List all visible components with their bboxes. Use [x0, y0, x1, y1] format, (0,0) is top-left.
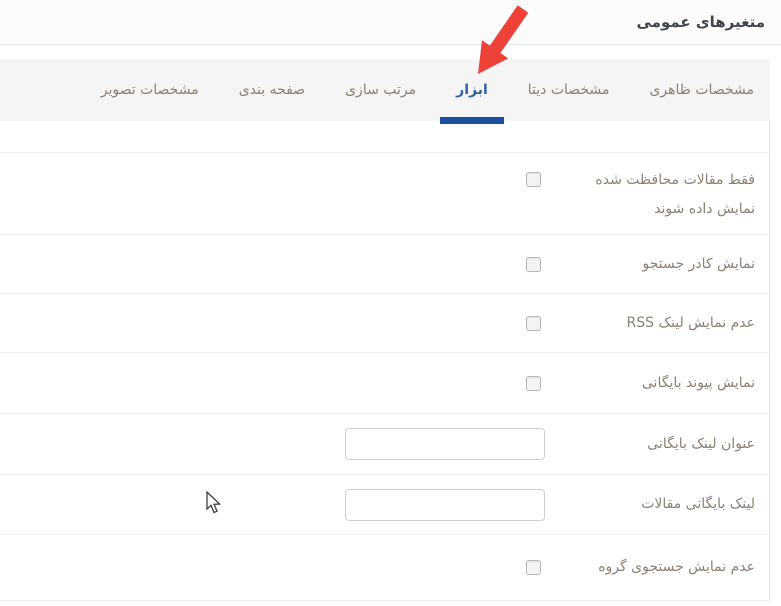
field-control — [0, 428, 557, 460]
tab-appearance[interactable]: مشخصات ظاهری — [633, 59, 770, 121]
field-control — [0, 256, 557, 272]
articles-archive-link-input[interactable] — [345, 488, 545, 521]
settings-row-archive-link: نمایش پیوند بایگانی — [0, 352, 770, 413]
active-tab-underline — [440, 117, 504, 124]
tab-label: ابزار — [456, 82, 488, 98]
tab-bar: مشخصات ظاهری مشخصات دیتا ابزار مرتب سازی صفح… — [0, 59, 770, 124]
field-label-rss-link: عدم نمایش لینک RSS — [626, 314, 755, 331]
tab-image[interactable]: مشخصات تصویر — [85, 59, 215, 121]
field-label-search-box: نمایش کادر جستجو — [642, 255, 755, 272]
settings-row-articles-archive-link: لینک بایگانی مقالات — [0, 474, 770, 534]
tab-label: مشخصات تصویر — [100, 82, 199, 98]
field-label-protected-articles: فقط مقالات محافظت شده نمایش داده شوند — [595, 172, 755, 217]
tab-sorting[interactable]: مرتب سازی — [329, 59, 432, 121]
archive-link-checkbox[interactable] — [526, 375, 541, 391]
archive-link-title-input[interactable] — [345, 428, 545, 460]
page-title: متغیرهای عمومی — [636, 13, 765, 31]
field-label-group-search: عدم نمایش جستجوی گروه — [598, 559, 755, 575]
field-control — [0, 315, 557, 331]
field-control — [0, 153, 557, 187]
settings-row-search-box: نمایش کادر جستجو — [0, 234, 770, 293]
search-box-checkbox[interactable] — [526, 256, 541, 272]
tab-tools[interactable]: ابزار — [440, 59, 504, 124]
tab-pagination[interactable]: صفحه بندی — [223, 59, 321, 121]
field-control — [0, 375, 557, 391]
field-label-articles-archive-link: لینک بایگانی مقالات — [641, 496, 755, 512]
group-search-checkbox[interactable] — [526, 560, 541, 575]
settings-row-group-search: عدم نمایش جستجوی گروه — [0, 534, 770, 601]
panel-header: متغیرهای عمومی — [0, 0, 781, 45]
field-label-archive-link-title: عنوان لینک بایگانی — [647, 435, 755, 452]
tab-label: مشخصات دیتا — [527, 82, 610, 98]
tab-data[interactable]: مشخصات دیتا — [512, 59, 626, 121]
field-label-archive-link: نمایش پیوند بایگانی — [641, 374, 755, 391]
tab-label: مرتب سازی — [345, 82, 417, 98]
field-control — [0, 488, 557, 521]
rss-link-checkbox[interactable] — [526, 315, 541, 331]
settings-row-rss-link: عدم نمایش لینک RSS — [0, 293, 770, 352]
settings-row-protected-articles: فقط مقالات محافظت شده نمایش داده شوند — [0, 152, 770, 234]
tab-label: صفحه بندی — [238, 82, 306, 98]
protected-articles-checkbox[interactable] — [526, 172, 541, 187]
field-control — [0, 560, 557, 575]
settings-row-archive-link-title: عنوان لینک بایگانی — [0, 413, 770, 474]
tab-label: مشخصات ظاهری — [649, 82, 754, 98]
settings-rows: فقط مقالات محافظت شده نمایش داده شوند نمای… — [0, 152, 770, 601]
